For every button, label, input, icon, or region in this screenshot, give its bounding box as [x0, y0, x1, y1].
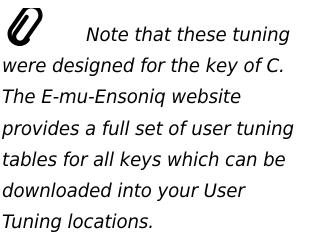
note-line: provides a full set of user tuning: [2, 118, 294, 140]
note-line: tables for all keys which can be: [2, 149, 286, 171]
note-line: were designed for the key of C.: [2, 56, 285, 78]
note-line: downloaded into your User: [2, 181, 245, 203]
note-line: Note that these tuning: [86, 25, 290, 46]
note-line: The E-mu-Ensoniq website: [2, 87, 242, 109]
note-text: Note that these tuning were designed for…: [2, 20, 328, 238]
note-block: Note that these tuning were designed for…: [0, 0, 331, 249]
note-line: Tuning locations.: [2, 212, 154, 234]
